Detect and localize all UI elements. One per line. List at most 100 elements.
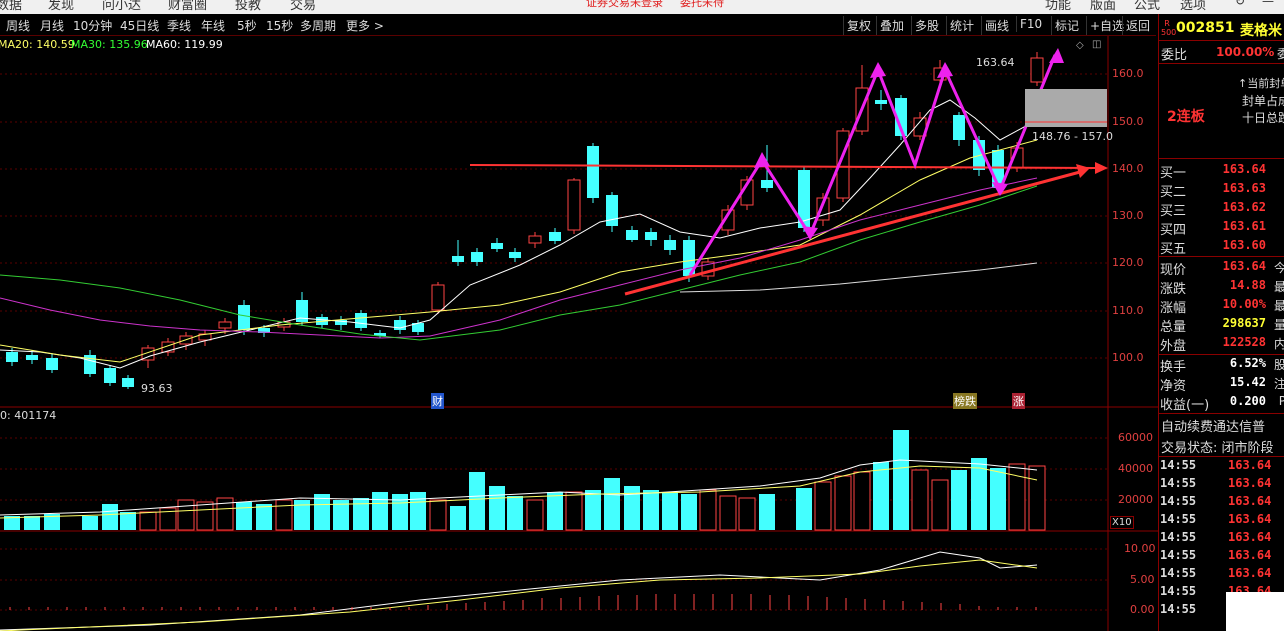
period-toolbar: 周线 月线 10分钟 45日线 季线 年线 5秒 15秒 多周期 更多 > 复权… xyxy=(0,14,1156,36)
volume-bar xyxy=(196,501,214,531)
volume-bar xyxy=(853,471,871,531)
order-level: 买一 xyxy=(1160,166,1187,181)
minimize-icon[interactable]: — xyxy=(1262,0,1274,8)
tick-price: 163.64 xyxy=(1228,458,1272,472)
range-label: 148.76 - 157.0 xyxy=(1032,130,1113,143)
volume-bar xyxy=(177,499,195,531)
macd-axis-tick: 10.00 xyxy=(1124,542,1156,555)
quote-value: 298637 xyxy=(1222,316,1266,330)
tick-row: 14:55 163.64 xyxy=(1160,548,1284,566)
order-price: 163.62 xyxy=(1222,200,1266,214)
period-quarter[interactable]: 季线 xyxy=(167,17,191,34)
price-axis-tick: 130.0 xyxy=(1112,209,1144,222)
floating-widget[interactable] xyxy=(1226,592,1284,631)
volume-bar xyxy=(353,498,369,530)
quote-value: 6.52% xyxy=(1229,356,1266,370)
candle-body xyxy=(104,368,116,383)
volume-axis-tick: 60000 xyxy=(1118,431,1153,444)
menu-item-layout[interactable]: 版面 xyxy=(1090,0,1116,13)
draw-line-button[interactable]: 画线 xyxy=(981,16,1012,35)
quote-unit: 注 xyxy=(1273,377,1284,391)
menu-item-ask[interactable]: 问小达 xyxy=(102,0,141,13)
period-month[interactable]: 月线 xyxy=(40,17,64,34)
candle-body xyxy=(549,232,561,241)
tick-time: 14:55 xyxy=(1160,566,1197,580)
stats-button[interactable]: 统计 xyxy=(946,16,977,35)
tick-time: 14:55 xyxy=(1160,512,1197,526)
volume-bar xyxy=(82,516,98,530)
volume-bar xyxy=(814,481,832,531)
period-week[interactable]: 周线 xyxy=(6,17,30,34)
candle-body xyxy=(664,240,676,250)
volume-bar xyxy=(429,499,447,531)
volume-bar xyxy=(643,490,659,530)
pending-notice[interactable]: 委托未待 xyxy=(680,0,724,10)
volume-bar xyxy=(931,479,949,531)
tick-price: 163.64 xyxy=(1228,476,1272,490)
menu-bar: 数据 发现 问小达 财富圈 投教 交易 证券交易未登录 委托未待 功能 版面 公… xyxy=(0,0,1284,14)
order-level: 买四 xyxy=(1160,223,1187,238)
quote-label: 涨幅 xyxy=(1160,301,1187,316)
volume-bar xyxy=(585,490,601,530)
quote-value: 122528 xyxy=(1222,335,1266,349)
volume-bar xyxy=(236,502,252,530)
volume-bar xyxy=(120,512,136,530)
menu-item-trade[interactable]: 交易 xyxy=(290,0,316,13)
menu-item-education[interactable]: 投教 xyxy=(235,0,261,13)
menu-item-fortune[interactable]: 财富圈 xyxy=(168,0,207,13)
tick-row: 14:55 163.64 xyxy=(1160,458,1284,476)
status-note: 封单占成 xyxy=(1242,94,1284,108)
tick-price: 163.64 xyxy=(1228,566,1272,580)
period-10min[interactable]: 10分钟 xyxy=(73,17,112,34)
candle-body xyxy=(645,232,657,240)
menu-item-function[interactable]: 功能 xyxy=(1045,0,1071,13)
volume-bar xyxy=(139,511,157,531)
menu-item-options[interactable]: 选项 xyxy=(1180,0,1206,13)
tick-time: 14:55 xyxy=(1160,494,1197,508)
order-price: 163.61 xyxy=(1222,219,1266,233)
tick-row: 14:55 163.64 xyxy=(1160,566,1284,584)
price-axis-tick: 140.0 xyxy=(1112,162,1144,175)
kline-chart[interactable] xyxy=(0,36,1158,631)
f10-button[interactable]: F10 xyxy=(1016,16,1045,32)
event-tag-rise[interactable]: 涨 xyxy=(1012,393,1025,409)
event-tag-rank[interactable]: 榜跌 xyxy=(953,393,977,409)
candle-body xyxy=(238,305,250,330)
refresh-icon[interactable]: ↻ xyxy=(1235,0,1245,8)
event-tag-finance[interactable]: 财 xyxy=(431,393,444,409)
quote-row: 收益(一) 0.200 P xyxy=(1160,394,1284,413)
add-watchlist-button[interactable]: +自选 xyxy=(1086,16,1127,35)
volume-bar xyxy=(738,497,756,531)
stock-code: 002851 xyxy=(1176,20,1235,36)
mark-button[interactable]: 标记 xyxy=(1051,16,1082,35)
volume-bar xyxy=(624,486,640,530)
period-5s[interactable]: 5秒 xyxy=(237,17,257,34)
volume-bar xyxy=(759,494,775,530)
renewal-notice[interactable]: 自动续费通达信普 xyxy=(1161,416,1265,435)
quote-row: 换手 6.52% 股 xyxy=(1160,356,1284,375)
volume-unit: X10 xyxy=(1110,516,1134,529)
candle-body xyxy=(122,378,134,387)
overlay-button[interactable]: 叠加 xyxy=(876,16,907,35)
quote-row: 总量 298637 量 xyxy=(1160,316,1284,335)
period-multi[interactable]: 多周期 xyxy=(300,17,336,34)
period-more[interactable]: 更多 > xyxy=(346,17,384,34)
menu-item-formula[interactable]: 公式 xyxy=(1134,0,1160,13)
weibi-unit: 委 xyxy=(1277,47,1284,61)
period-year[interactable]: 年线 xyxy=(201,17,225,34)
login-notice[interactable]: 证券交易未登录 xyxy=(586,0,663,10)
multi-stock-button[interactable]: 多股 xyxy=(911,16,942,35)
fuquan-button[interactable]: 复权 xyxy=(843,16,874,35)
tick-row: 14:55 163.64 xyxy=(1160,494,1284,512)
volume-bar xyxy=(990,468,1006,530)
period-45day[interactable]: 45日线 xyxy=(120,17,159,34)
back-button[interactable]: 返回 xyxy=(1122,16,1153,35)
quote-unit: 量 xyxy=(1273,318,1284,332)
menu-item-data[interactable]: 数据 xyxy=(0,0,22,13)
candle-body xyxy=(567,179,581,231)
candle-body xyxy=(431,284,445,311)
quote-value: 163.64 xyxy=(1222,259,1266,273)
menu-item-discover[interactable]: 发现 xyxy=(48,0,74,13)
order-price: 163.60 xyxy=(1222,238,1266,252)
period-15s[interactable]: 15秒 xyxy=(266,17,293,34)
